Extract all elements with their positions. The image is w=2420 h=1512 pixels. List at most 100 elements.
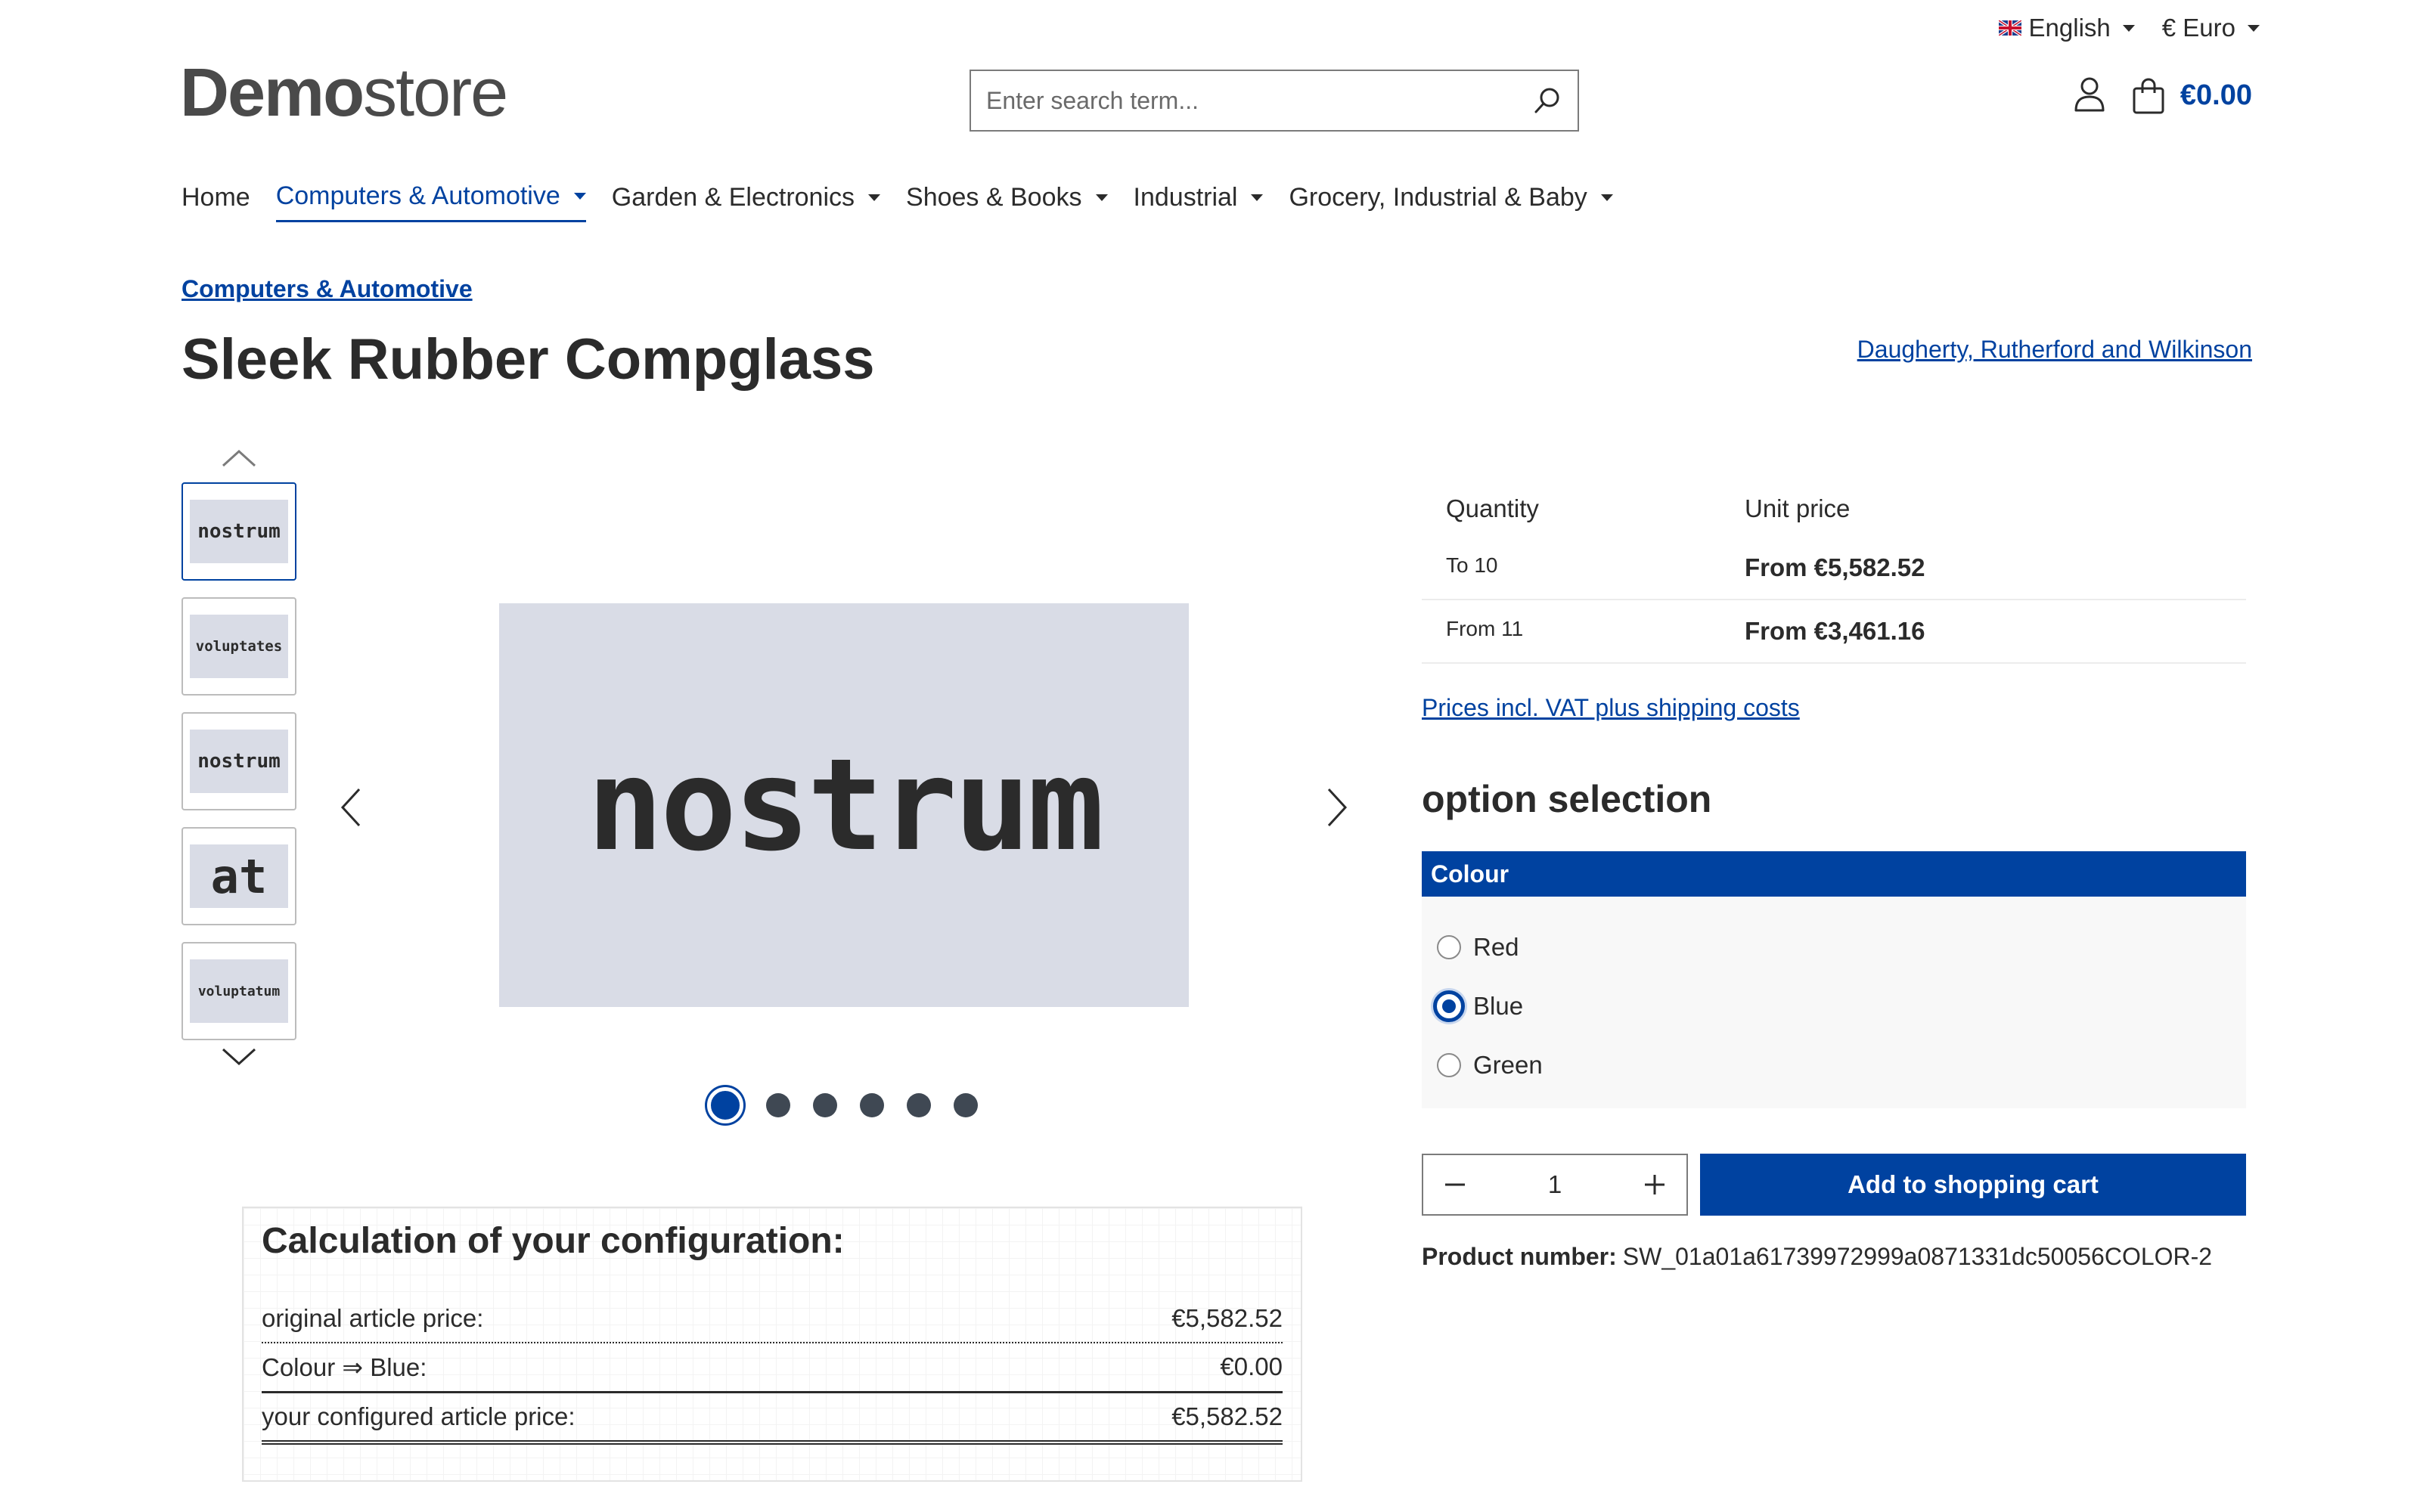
table-row: From 11 From €3,461.16 — [1422, 600, 2246, 664]
colour-option-group: Colour Red Blue Green — [1422, 851, 2246, 1108]
thumbnail-image: nostrum — [190, 500, 288, 563]
main-navigation: Home Computers & Automotive Garden & Ele… — [182, 181, 1613, 222]
nav-item-industrial[interactable]: Industrial — [1134, 181, 1264, 222]
option-label: Red — [1473, 933, 1519, 961]
search-form — [970, 70, 1579, 132]
price-table: Quantity Unit price To 10 From €5,582.52… — [1422, 479, 2246, 664]
nav-item-computers-automotive[interactable]: Computers & Automotive — [275, 181, 586, 222]
search-icon — [1534, 88, 1559, 113]
calculation-value: €5,582.52 — [1171, 1304, 1283, 1332]
nav-item-shoes-books[interactable]: Shoes & Books — [906, 181, 1108, 222]
thumbnail-5[interactable]: voluptatum — [182, 942, 296, 1040]
gallery-dot-3[interactable] — [813, 1093, 837, 1117]
add-to-cart-button[interactable]: Add to shopping cart — [1700, 1154, 2246, 1216]
radio-button[interactable] — [1437, 1053, 1461, 1077]
option-red[interactable]: Red — [1437, 918, 2231, 977]
chevron-right-icon — [1327, 788, 1348, 827]
calculation-value: €0.00 — [1220, 1352, 1283, 1380]
user-icon — [2074, 77, 2105, 112]
radio-button[interactable] — [1437, 935, 1461, 959]
cart-button[interactable]: €0.00 — [2132, 77, 2252, 114]
thumbnail-3[interactable]: nostrum — [182, 712, 296, 810]
header-actions: €0.00 — [2073, 76, 2252, 116]
gallery-next-button[interactable] — [1314, 777, 1360, 838]
chevron-down-icon — [868, 194, 881, 201]
option-label: Green — [1473, 1051, 1543, 1079]
column-header-quantity: Quantity — [1446, 494, 1539, 522]
option-selection-title: option selection — [1422, 778, 1712, 820]
top-bar: English € Euro — [1998, 14, 2260, 42]
currency-dropdown[interactable]: € Euro — [2162, 14, 2260, 42]
logo-light-text: store — [363, 55, 508, 131]
increase-quantity-button[interactable] — [1623, 1155, 1686, 1214]
thumbnail-next-button[interactable] — [219, 1042, 259, 1072]
gallery-dot-4[interactable] — [860, 1093, 884, 1117]
account-button[interactable] — [2073, 76, 2106, 116]
option-group-header: Colour — [1422, 851, 2246, 897]
option-blue[interactable]: Blue — [1433, 977, 2231, 1036]
gallery-dot-2[interactable] — [766, 1093, 790, 1117]
decrease-quantity-button[interactable] — [1423, 1155, 1487, 1214]
nav-item-grocery-industrial-baby[interactable]: Grocery, Industrial & Baby — [1289, 181, 1613, 222]
column-header-unit-price: Unit price — [1745, 494, 1851, 522]
plus-icon — [1645, 1175, 1665, 1194]
product-number-label: Product number: — [1422, 1243, 1617, 1270]
product-main-image[interactable]: nostrum — [499, 603, 1189, 1007]
currency-label: € Euro — [2161, 14, 2235, 42]
thumbnail-image: nostrum — [190, 730, 288, 793]
minus-icon — [1445, 1183, 1465, 1186]
uk-flag-icon — [1998, 20, 2021, 36]
nav-item-label: Industrial — [1133, 182, 1238, 212]
calculation-row: your configured article price: €5,582.52 — [262, 1393, 1283, 1445]
chevron-down-icon — [1095, 194, 1108, 201]
language-dropdown[interactable]: English — [1998, 14, 2135, 42]
chevron-down-icon — [2122, 24, 2135, 32]
cart-total: €0.00 — [2180, 79, 2252, 111]
calculation-label: original article price: — [262, 1304, 484, 1332]
gallery-dot-6[interactable] — [954, 1093, 978, 1117]
price-value: From €3,461.16 — [1745, 617, 1925, 645]
shopping-bag-icon — [2133, 77, 2164, 113]
thumbnail-1[interactable]: nostrum — [182, 482, 296, 581]
thumbnail-prev-button[interactable] — [219, 443, 259, 473]
nav-item-label: Shoes & Books — [906, 182, 1082, 212]
chevron-up-icon — [222, 449, 256, 467]
radio-button-selected[interactable] — [1433, 990, 1465, 1022]
price-table-header: Quantity Unit price — [1422, 479, 2246, 537]
chevron-down-icon — [1251, 194, 1264, 201]
language-label: English — [2028, 14, 2111, 42]
chevron-down-icon — [573, 193, 586, 200]
thumbnail-image: voluptates — [190, 615, 288, 678]
calculation-label: your configured article price: — [262, 1402, 576, 1430]
chevron-left-icon — [340, 788, 361, 827]
calculation-label: Colour ⇒ Blue: — [262, 1353, 427, 1381]
calculation-row: original article price: €5,582.52 — [262, 1295, 1283, 1343]
breadcrumb[interactable]: Computers & Automotive — [182, 275, 473, 303]
thumbnail-4[interactable]: at — [182, 827, 296, 925]
gallery-dot-1[interactable] — [707, 1087, 743, 1123]
option-list: Red Blue Green — [1422, 897, 2246, 1116]
option-green[interactable]: Green — [1437, 1036, 2231, 1095]
quantity-input[interactable] — [1509, 1170, 1600, 1200]
gallery-dot-5[interactable] — [907, 1093, 931, 1117]
nav-item-garden-electronics[interactable]: Garden & Electronics — [612, 181, 881, 222]
search-button[interactable] — [1517, 71, 1578, 130]
calculation-title: Calculation of your configuration: — [262, 1221, 845, 1261]
vat-shipping-link[interactable]: Prices incl. VAT plus shipping costs — [1422, 694, 1800, 722]
price-value: From €5,582.52 — [1745, 553, 1925, 581]
chevron-down-icon — [1600, 194, 1613, 201]
calculation-row: Colour ⇒ Blue: €0.00 — [262, 1343, 1283, 1393]
gallery-prev-button[interactable] — [328, 777, 374, 838]
chevron-down-icon — [2248, 24, 2260, 32]
thumbnail-2[interactable]: voluptates — [182, 597, 296, 696]
price-quantity: To 10 — [1446, 553, 1498, 577]
chevron-down-icon — [222, 1048, 256, 1066]
nav-item-home[interactable]: Home — [182, 181, 250, 222]
nav-item-label: Home — [182, 182, 250, 212]
manufacturer-link[interactable]: Daugherty, Rutherford and Wilkinson — [1857, 336, 2252, 364]
search-input[interactable] — [971, 71, 1517, 130]
nav-item-label: Computers & Automotive — [275, 181, 560, 210]
store-logo[interactable]: Demostore — [180, 59, 508, 127]
thumbnail-image: voluptatum — [190, 959, 288, 1023]
page-title: Sleek Rubber Compglass — [182, 327, 875, 392]
